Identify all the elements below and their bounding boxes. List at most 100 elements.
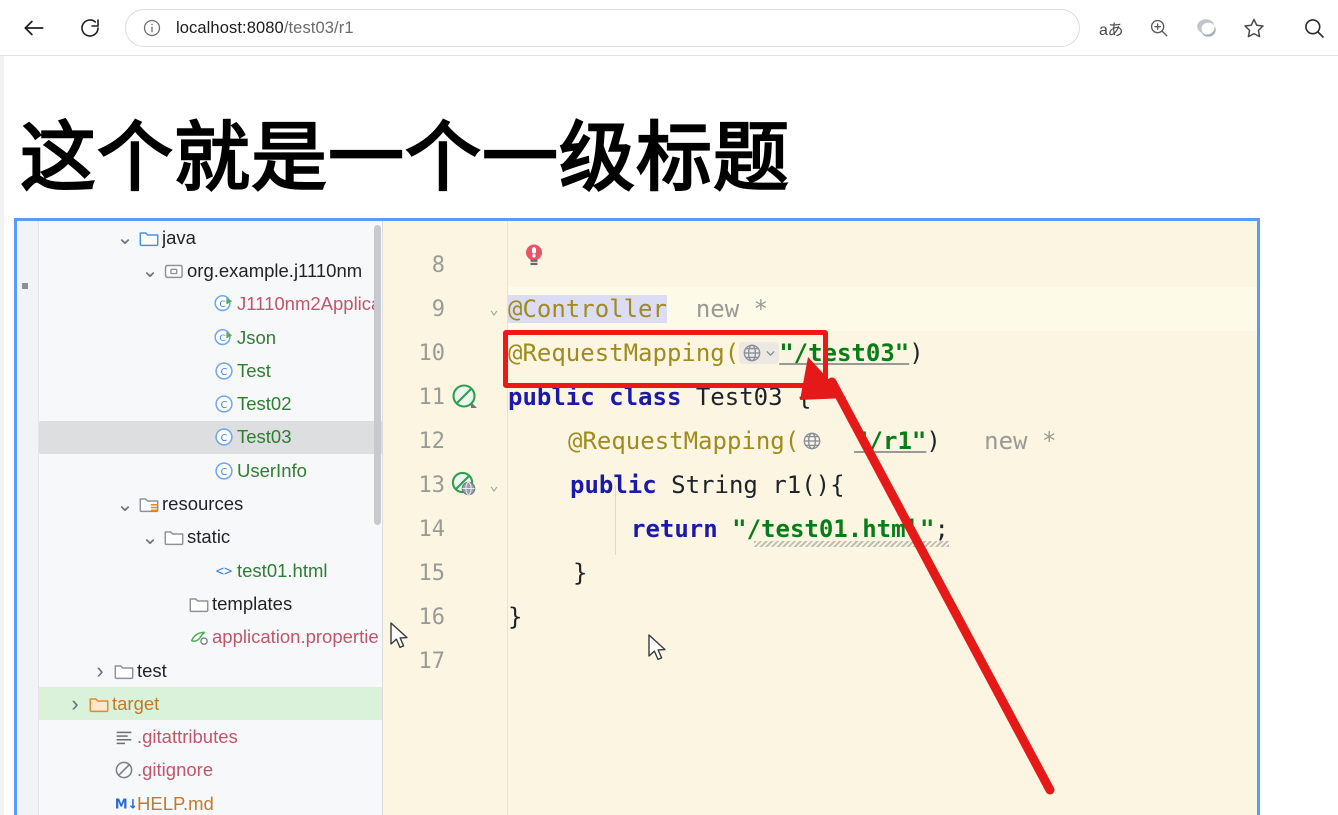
mapping-path-r1: "/r1" [854, 427, 927, 455]
tree-item-label: J1110nm2Applica [237, 293, 382, 315]
tree-item-application-propertie[interactable]: application.propertie [39, 621, 383, 654]
svg-text:C: C [221, 433, 228, 444]
annotation-requestmapping-method: @RequestMapping( [568, 427, 800, 455]
tree-item-j1110nm2applica[interactable]: C J1110nm2Applica [39, 288, 383, 321]
gutter-line-12[interactable]: 12 [383, 419, 507, 463]
gutter-line-10[interactable]: 10 [383, 331, 507, 375]
rail-marker [22, 283, 28, 289]
gutter-line-14[interactable]: 14 [383, 507, 507, 551]
chevron-down-icon[interactable]: ⌄ [139, 525, 161, 550]
back-button[interactable] [14, 8, 54, 48]
gutter-line-9[interactable]: 9 ⌄ [383, 287, 507, 331]
code-line-9: @Controller new * [508, 287, 768, 331]
tree-item-test01-html[interactable]: <> test01.html [39, 554, 383, 587]
code-editor[interactable]: 8 9 ⌄ 10 11 12 13 ⌄ 14 15 16 17 @Control… [383, 221, 1257, 815]
keyword-class: class [609, 383, 682, 411]
tree-item-label: java [162, 226, 196, 248]
class-icon: C [211, 360, 237, 382]
method-signature-r1: r1(){ [772, 471, 845, 499]
folder-resources-icon [136, 493, 162, 515]
address-bar[interactable]: localhost:8080/test03/r1 [125, 9, 1080, 47]
search-icon[interactable] [1295, 9, 1333, 47]
line-number: 15 [418, 560, 446, 586]
tree-item-label: test [137, 659, 167, 681]
indent-guide [615, 485, 616, 555]
run-gutter-icon[interactable] [447, 382, 483, 412]
tree-item-java[interactable]: ⌄ java [39, 221, 383, 254]
return-value-test01html: "/test01.html" [732, 515, 935, 543]
project-tree-panel: ⌄ java ⌄ org.example.j1110nm C J1110nm2Applic… [17, 221, 383, 815]
class-icon: C [211, 426, 237, 448]
svg-text:M↓: M↓ [115, 797, 135, 812]
tree-item-label: Test02 [237, 393, 292, 415]
class-icon: C [211, 460, 237, 482]
tree-item-label: HELP.md [137, 792, 214, 814]
omnibox-actions: aあ [1085, 9, 1280, 47]
tree-scrollbar[interactable] [374, 225, 381, 525]
gutter-line-15[interactable]: 15 [383, 551, 507, 595]
tree-item-label: Test [237, 359, 271, 381]
tree-item-help-md[interactable]: M↓HELP.md [39, 787, 383, 815]
line-number: 14 [418, 516, 446, 542]
web-globe-icon[interactable] [739, 342, 780, 364]
run-web-gutter-icon[interactable] [447, 470, 483, 500]
svg-text:C: C [221, 467, 228, 478]
gutter-line-13[interactable]: 13 ⌄ [383, 463, 507, 507]
tree-item-target[interactable]: › target [39, 687, 383, 721]
tree-item-test[interactable]: C Test [39, 354, 383, 387]
refresh-button[interactable] [70, 8, 110, 48]
tree-item-test03[interactable]: C Test03 [39, 420, 383, 455]
url-host: localhost:8080 [176, 18, 284, 37]
tree-item-static[interactable]: ⌄ static [39, 521, 383, 554]
gutter-line-8[interactable]: 8 [383, 243, 507, 287]
chevron-right-icon[interactable]: › [64, 691, 86, 717]
tree-item-userinfo[interactable]: C UserInfo [39, 454, 383, 487]
folder-icon [111, 660, 137, 682]
folder-icon [161, 526, 187, 548]
mapping-path-test03: "/test03" [779, 339, 910, 367]
tree-item-templates[interactable]: templates [39, 587, 383, 620]
keyword-public-method: public [570, 471, 657, 499]
chevron-right-icon[interactable]: › [89, 658, 111, 684]
tree-item-label: test01.html [237, 559, 328, 581]
tree-item-resources[interactable]: ⌄ resources [39, 487, 383, 520]
copilot-icon[interactable] [1186, 11, 1226, 45]
tool-window-rail [17, 221, 39, 815]
tree-item-test[interactable]: › test [39, 654, 383, 687]
tree-item-test02[interactable]: C Test02 [39, 387, 383, 420]
annotation-controller: @Controller [508, 295, 667, 323]
chevron-down-icon[interactable]: ⌄ [114, 225, 136, 250]
folder-orange-icon [86, 693, 112, 715]
tree-item-label: .gitattributes [137, 726, 238, 748]
gitignore-icon [111, 759, 137, 781]
svg-text:<>: <> [216, 563, 233, 579]
embedded-screenshot: ⌄ java ⌄ org.example.j1110nm C J1110nm2Applic… [14, 218, 1260, 815]
project-tree: ⌄ java ⌄ org.example.j1110nm C J1110nm2Applic… [39, 221, 383, 815]
keyword-public: public [508, 383, 595, 411]
page-content: 这个就是一个一级标题 ⌄ java ⌄ org.example.j1110nm C J11… [0, 56, 1338, 815]
tree-item-gitignore[interactable]: .gitignore [39, 754, 383, 787]
chevron-down-icon[interactable]: ⌄ [139, 258, 161, 283]
translate-icon[interactable]: aあ [1091, 11, 1131, 45]
web-globe-icon-method[interactable] [799, 430, 825, 452]
zoom-in-icon[interactable] [1139, 11, 1179, 45]
class-name-test03: Test03 [695, 383, 783, 411]
spellcheck-squiggle [754, 541, 949, 547]
chevron-down-icon[interactable]: ⌄ [114, 492, 136, 517]
line-number: 16 [418, 604, 446, 630]
code-line-16: } [508, 603, 523, 631]
class-run-icon: C [211, 293, 237, 315]
tree-item-json[interactable]: C Json [39, 321, 383, 354]
tree-item-gitattributes[interactable]: .gitattributes [39, 720, 383, 753]
fold-chevron-icon[interactable]: ⌄ [483, 476, 505, 494]
intention-bulb-icon[interactable] [523, 243, 545, 274]
gutter-line-11[interactable]: 11 [383, 375, 507, 419]
code-line-10: @RequestMapping("/test03") [508, 339, 924, 367]
favorite-star-icon[interactable] [1234, 11, 1274, 45]
gutter-line-17[interactable]: 17 [383, 639, 507, 683]
fold-chevron-icon[interactable]: ⌄ [483, 300, 505, 318]
gutter-line-16[interactable]: 16 [383, 595, 507, 639]
line-number: 17 [418, 648, 446, 674]
tree-item-org-example-j1110nm[interactable]: ⌄ org.example.j1110nm [39, 254, 383, 287]
site-info-icon[interactable] [142, 18, 162, 38]
